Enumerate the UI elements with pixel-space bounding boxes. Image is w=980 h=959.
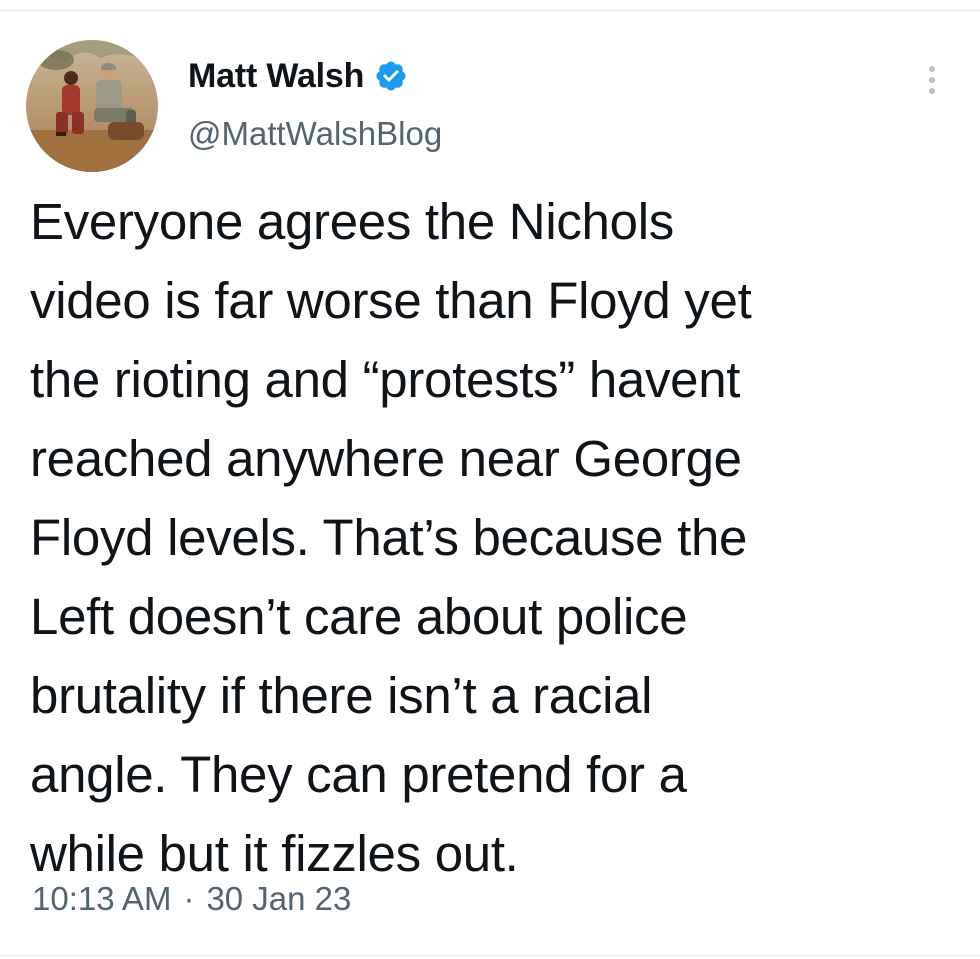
tweet-text-line: Everyone agrees the Nichols	[30, 193, 674, 250]
tweet-text-line: reached anywhere near George	[30, 430, 742, 487]
avatar[interactable]	[26, 40, 158, 172]
tweet-text-line: brutality if there isn’t a racial	[30, 667, 653, 724]
tweet-card: Matt Walsh @MattWalshBlog Everyone agree…	[0, 0, 980, 959]
top-divider	[0, 10, 980, 11]
avatar-photo	[26, 40, 158, 172]
more-options-icon[interactable]	[914, 62, 950, 98]
tweet-text-line: the rioting and “protests” havent	[30, 351, 741, 408]
tweet-date[interactable]: 30 Jan 23	[206, 880, 351, 918]
tweet-time[interactable]: 10:13 AM	[32, 880, 171, 918]
tweet-text-line: angle. They can pretend for a	[30, 746, 687, 803]
tweet-text-line: Left doesn’t care about police	[30, 588, 688, 645]
tweet-text: Everyone agrees the Nichols video is far…	[30, 182, 950, 893]
author-name-row[interactable]: Matt Walsh	[188, 52, 408, 100]
more-dot	[929, 66, 935, 72]
more-dot	[929, 77, 935, 83]
author-display-name[interactable]: Matt Walsh	[188, 57, 364, 96]
tweet-text-line: Floyd levels. That’s because the	[30, 509, 748, 566]
tweet-text-line: video is far worse than Floyd yet	[30, 272, 752, 329]
timestamp-separator: ·	[183, 880, 195, 917]
verified-badge-icon	[374, 59, 408, 93]
tweet-timestamp: 10:13 AM · 30 Jan 23	[32, 880, 351, 918]
bottom-divider	[0, 955, 980, 956]
author-handle[interactable]: @MattWalshBlog	[188, 115, 442, 153]
more-dot	[929, 88, 935, 94]
